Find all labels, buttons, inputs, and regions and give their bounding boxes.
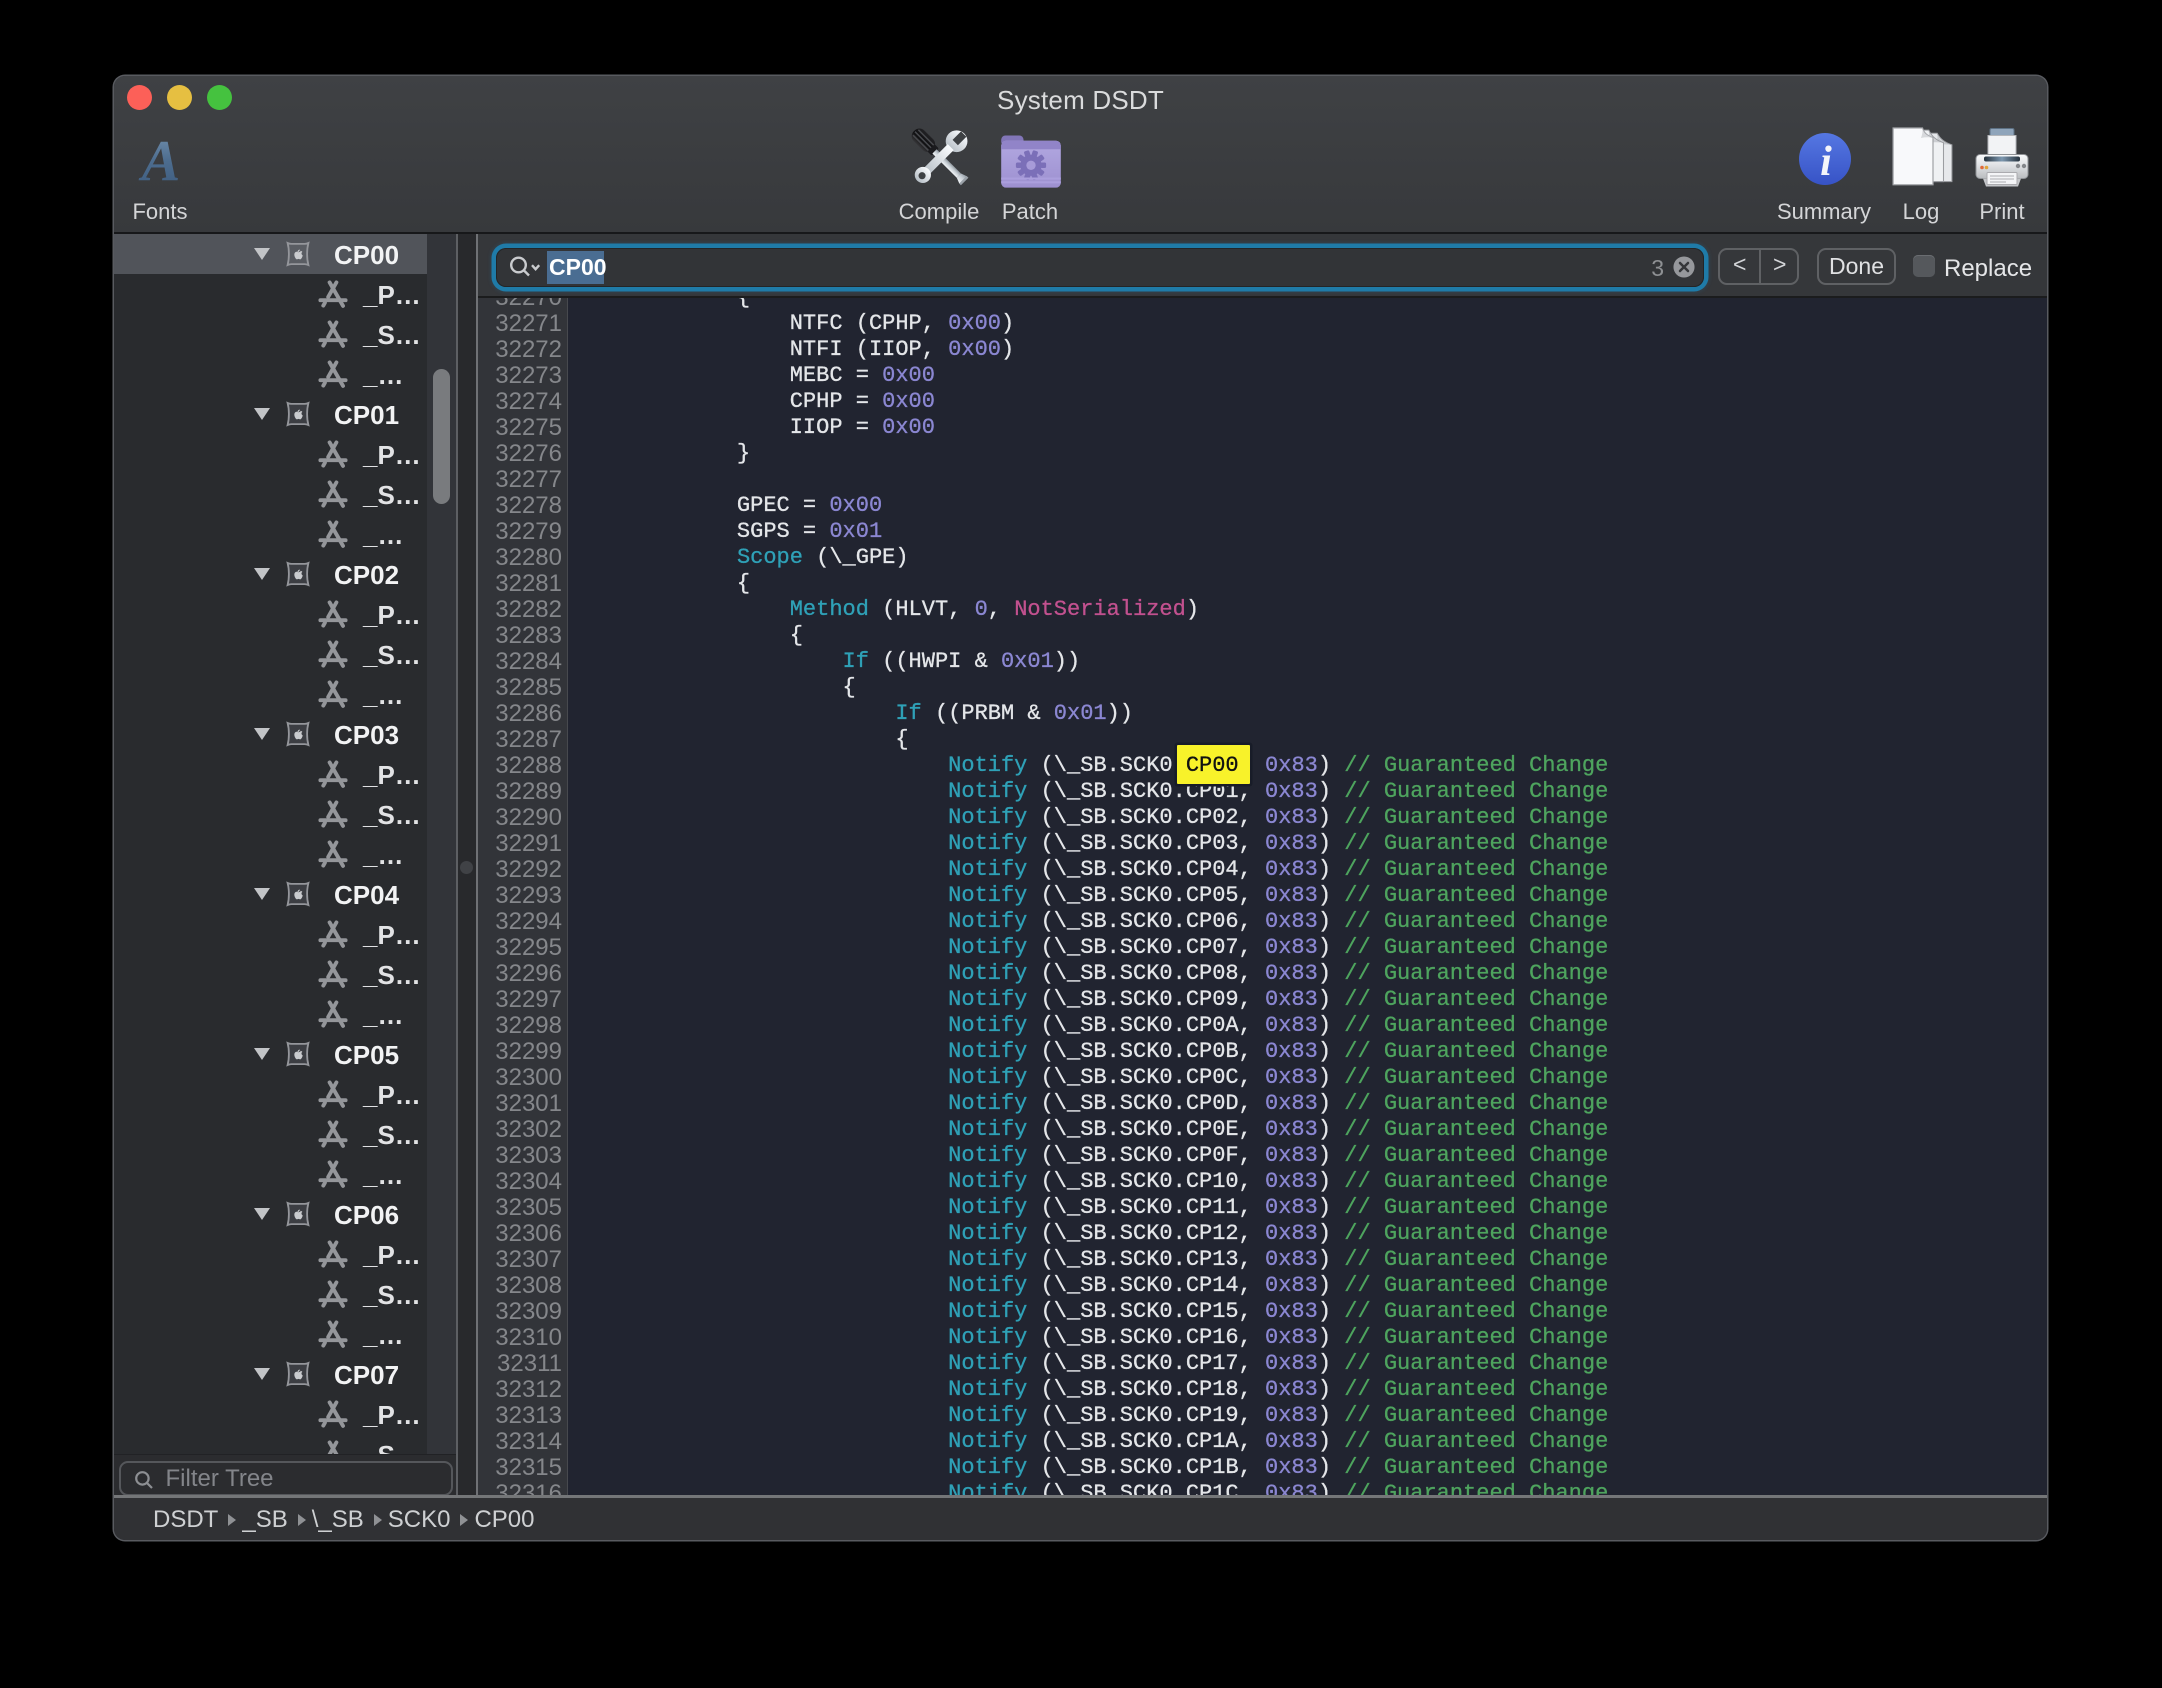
svg-text:A: A [139,133,181,189]
svg-text:i: i [1820,139,1832,185]
